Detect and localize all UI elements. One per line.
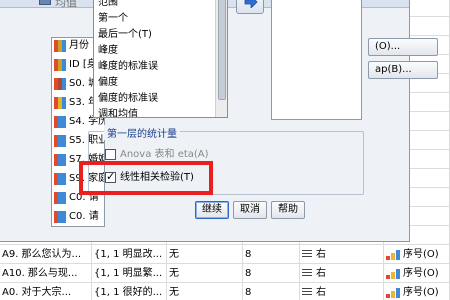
variable-label: C0. 请 [69,211,99,222]
statistic-option[interactable]: 最后一个(T) [98,27,152,43]
table-row[interactable]: A0. 对于大宗... {1, 1 很好的... 无 8 右 序号(O) [0,283,450,300]
variable-type-icon [54,59,66,71]
cancel-button[interactable]: 取消 [233,201,267,219]
cell-text: A0. 对于大宗... [2,287,72,298]
align-right-icon [302,250,312,258]
continue-button[interactable]: 继续 [195,201,229,219]
dialog-title: 均值 [55,0,77,9]
statistic-option[interactable]: 范围 [98,0,118,11]
cell-measure[interactable]: 序号(O) [384,245,450,264]
cell-align[interactable]: 右 [300,283,384,300]
cell-align[interactable]: 右 [300,264,384,283]
group-title: 第一层的统计量 [104,125,180,140]
statistic-option[interactable]: 峰度 [98,43,118,59]
cell-text: {1, 1 明显繁... [94,268,163,279]
cell-text: 序号(O) [403,287,439,298]
cell-text: 右 [316,287,326,298]
variable-type-icon [54,78,66,90]
align-right-icon [302,269,312,277]
cell-text: A10. 那么与现... [2,268,78,279]
statistics-scroll-thumb[interactable] [218,0,226,100]
cell-missing[interactable]: 无 [167,245,243,264]
cell-text: 无 [169,268,179,279]
cell-text: A9. 那么您认为... [2,249,82,260]
variable-item[interactable]: C0. 请 [54,208,99,226]
statistics-list[interactable]: 几何均值调和均值偏度的标准误偏度峰度的标准误峰度最后一个(T)第一个范围 [93,0,228,118]
cell-name[interactable]: A9. 那么您认为... [0,245,92,264]
statistics-scrollbar[interactable] [215,0,227,117]
ordinal-measure-icon [386,287,400,298]
anova-label: Anova 表和 eta(A) [120,149,209,160]
variable-type-icon [54,154,66,166]
cell-measure[interactable]: 序号(O) [384,283,450,300]
variable-type-icon [54,97,66,109]
variable-type-icon [54,135,66,147]
cell-text: 右 [316,268,326,279]
options-button[interactable]: (O)... [368,38,438,56]
anova-checkbox[interactable] [105,148,116,160]
cell-text: 8 [245,249,252,260]
cell-name[interactable]: A0. 对于大宗... [0,283,92,300]
cell-text: 右 [316,249,326,260]
cell-values[interactable]: {1, 1 明显改... [92,245,167,264]
arrow-right-icon [244,0,258,8]
variable-type-icon [54,173,66,185]
help-button[interactable]: 帮助 [271,201,305,219]
variable-type-icon [54,192,66,204]
cell-text: {1, 1 明显改... [94,249,163,260]
ordinal-measure-icon [386,268,400,279]
variable-type-icon [54,116,66,128]
move-right-button[interactable] [236,0,264,14]
cell-missing[interactable]: 无 [167,264,243,283]
cell-columns[interactable]: 8 [243,283,300,300]
statistic-option[interactable]: 峰度的标准误 [98,59,158,75]
variable-type-icon [54,40,66,52]
spss-app-icon [39,0,51,5]
table-row[interactable]: A9. 那么您认为... {1, 1 明显改... 无 8 右 序号(O) [0,245,450,264]
bootstrap-button[interactable]: ap(B)... [368,61,438,79]
variable-type-icon [54,211,66,223]
statistic-option[interactable]: 偏度 [98,75,118,91]
cell-text: {1, 1 很好的... [94,287,163,298]
cell-text: 序号(O) [403,268,439,279]
red-highlight-box [79,161,213,195]
cell-text: 无 [169,287,179,298]
table-row[interactable]: A10. 那么与现... {1, 1 明显繁... 无 8 右 序号(O) [0,264,450,283]
statistic-option[interactable]: 调和均值 [98,107,138,117]
cell-name[interactable]: A10. 那么与现... [0,264,92,283]
align-right-icon [302,288,312,296]
cell-columns[interactable]: 8 [243,264,300,283]
means-dialog: 均值 月份 [R ID [身份 S0. 城市 S3. 年龄 S4. 学历 S5. 职业 S7… [0,0,438,242]
cell-text: 8 [245,287,252,298]
cell-values[interactable]: {1, 1 很好的... [92,283,167,300]
cell-measure[interactable]: 序号(O) [384,264,450,283]
cell-text: 8 [245,268,252,279]
cell-statistics-list[interactable] [271,0,362,120]
statistic-option[interactable]: 偏度的标准误 [98,91,158,107]
cell-text: 序号(O) [403,249,439,260]
cell-align[interactable]: 右 [300,245,384,264]
ordinal-measure-icon [386,249,400,260]
cell-columns[interactable]: 8 [243,245,300,264]
statistic-option[interactable]: 第一个 [98,11,128,27]
cell-text: 无 [169,249,179,260]
cell-values[interactable]: {1, 1 明显繁... [92,264,167,283]
cell-missing[interactable]: 无 [167,283,243,300]
